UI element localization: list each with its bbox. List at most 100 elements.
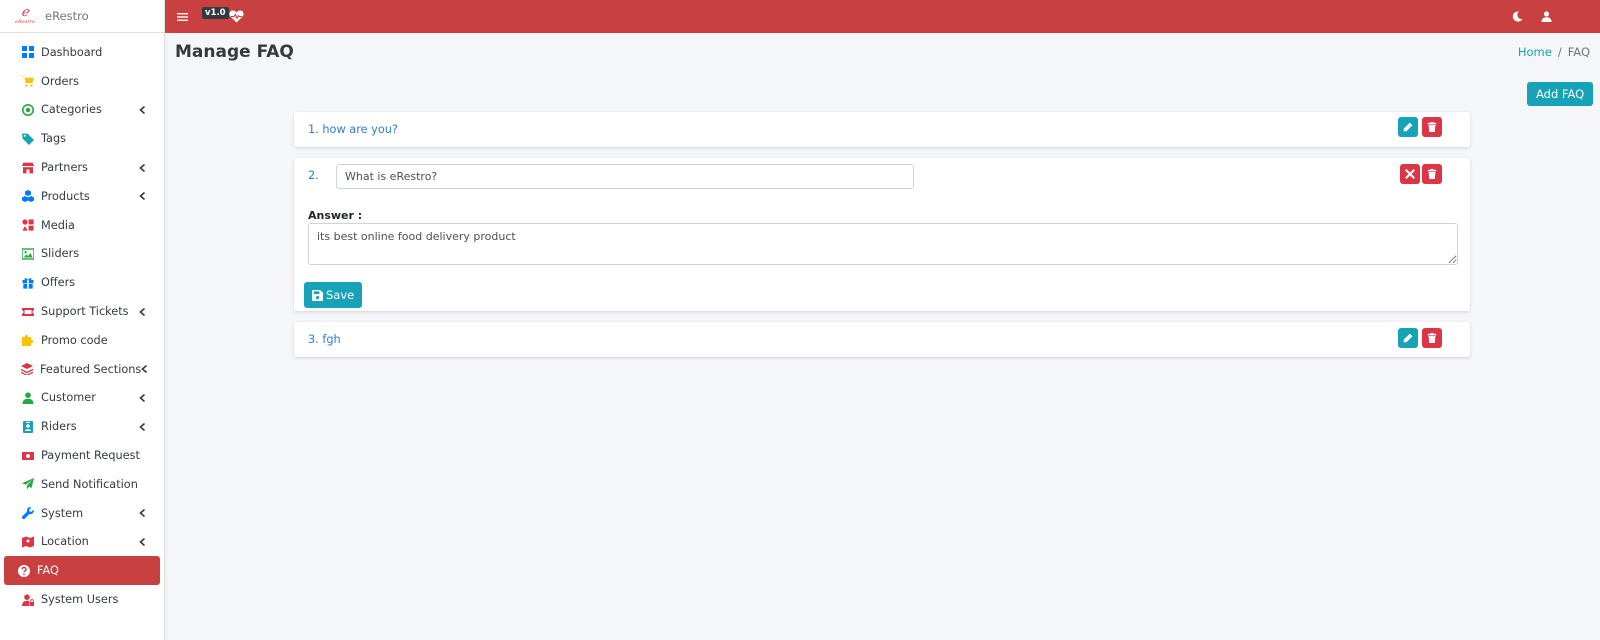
sidebar-item-media[interactable]: Media bbox=[4, 211, 160, 240]
sidebar-item-label: Partners bbox=[41, 161, 88, 175]
layers-icon bbox=[21, 363, 33, 376]
sidebar-item-label: Dashboard bbox=[41, 45, 103, 59]
sidebar-item-faq[interactable]: FAQ bbox=[4, 556, 160, 586]
logo-mark-icon: ℯ bbox=[21, 5, 29, 20]
store-icon bbox=[21, 161, 34, 174]
main-content: Manage FAQ Home / FAQ Add FAQ 1. how are… bbox=[165, 33, 1600, 640]
target-icon bbox=[21, 103, 34, 116]
close-icon bbox=[1405, 169, 1415, 179]
question-circle-icon bbox=[17, 564, 30, 577]
add-faq-button[interactable]: Add FAQ bbox=[1527, 82, 1594, 106]
sidebar-item-send-notification[interactable]: Send Notification bbox=[4, 470, 160, 499]
faq-question-input[interactable] bbox=[336, 164, 914, 189]
sidebar-item-label: System Users bbox=[41, 593, 119, 607]
sidebar-item-featured-sections[interactable]: Featured Sections bbox=[4, 355, 160, 384]
sidebar-item-label: Promo code bbox=[41, 333, 108, 347]
dashboard-icon bbox=[21, 46, 34, 59]
cubes-icon bbox=[21, 190, 34, 203]
faq-question-link[interactable]: 3. fgh bbox=[308, 333, 341, 346]
save-faq-button[interactable]: Save bbox=[304, 282, 363, 308]
breadcrumb: Home / FAQ bbox=[1518, 45, 1590, 59]
chevron-left-icon bbox=[138, 393, 146, 403]
sidebar-item-label: Products bbox=[41, 189, 90, 203]
cart-icon bbox=[21, 75, 34, 88]
delete-faq-button[interactable] bbox=[1422, 164, 1442, 184]
logo-text: eRestro bbox=[15, 19, 35, 25]
top-navbar: v1.0 bbox=[165, 0, 1600, 33]
sidebar-item-label: Customer bbox=[41, 391, 96, 405]
faq-card-2-edit: 2. Answer : its best online food deliver… bbox=[294, 158, 1470, 311]
pencil-icon bbox=[1403, 333, 1413, 343]
faq-number: 2. bbox=[308, 169, 319, 182]
sidebar-item-label: Sliders bbox=[41, 247, 80, 261]
puzzle-icon bbox=[21, 334, 34, 347]
sidebar-item-orders[interactable]: Orders bbox=[4, 67, 160, 96]
money-icon bbox=[21, 449, 34, 462]
sidebar-item-support-tickets[interactable]: Support Tickets bbox=[4, 297, 160, 326]
gift-icon bbox=[21, 276, 34, 289]
edit-faq-button[interactable] bbox=[1398, 117, 1418, 137]
answer-textarea[interactable]: its best online food delivery product bbox=[308, 223, 1458, 265]
sidebar-item-payment-request[interactable]: Payment Request bbox=[4, 441, 160, 470]
delete-faq-button[interactable] bbox=[1422, 117, 1442, 137]
floppy-disk-icon bbox=[312, 289, 323, 301]
user-profile-icon[interactable] bbox=[1539, 0, 1553, 33]
brand[interactable]: ℯ eRestro eRestro bbox=[0, 0, 164, 33]
user-icon bbox=[21, 391, 34, 404]
chevron-left-icon bbox=[138, 191, 146, 201]
sidebar-item-offers[interactable]: Offers bbox=[4, 268, 160, 297]
media-icon bbox=[21, 219, 34, 232]
sidebar-item-partners[interactable]: Partners bbox=[4, 153, 160, 182]
delete-faq-button[interactable] bbox=[1422, 328, 1442, 348]
sidebar-item-label: Payment Request bbox=[41, 449, 140, 463]
sidebar-item-label: Media bbox=[41, 218, 75, 232]
sidebar-item-label: Riders bbox=[41, 420, 77, 434]
sidebar-item-label: Orders bbox=[41, 74, 79, 88]
save-label: Save bbox=[326, 288, 355, 302]
page-title: Manage FAQ bbox=[175, 42, 294, 62]
breadcrumb-current: FAQ bbox=[1567, 45, 1590, 59]
sidebar-item-label: System bbox=[41, 506, 84, 520]
breadcrumb-home-link[interactable]: Home bbox=[1518, 45, 1552, 59]
faq-question-link[interactable]: 1. how are you? bbox=[308, 123, 398, 136]
sidebar-item-label: Location bbox=[41, 535, 89, 549]
sidebar-item-system[interactable]: System bbox=[4, 499, 160, 528]
sidebar-item-riders[interactable]: Riders bbox=[4, 412, 160, 441]
image-icon bbox=[21, 247, 34, 260]
version-badge: v1.0 bbox=[202, 7, 229, 19]
sidebar-item-label: FAQ bbox=[37, 564, 59, 578]
sidebar-item-customer[interactable]: Customer bbox=[4, 384, 160, 413]
sidebar-item-tags[interactable]: Tags bbox=[4, 124, 160, 153]
sidebar-item-products[interactable]: Products bbox=[4, 182, 160, 211]
cancel-edit-button[interactable] bbox=[1400, 164, 1420, 184]
faq-card-3: 3. fgh bbox=[294, 322, 1470, 357]
trash-icon bbox=[1427, 169, 1437, 179]
sidebar-item-sliders[interactable]: Sliders bbox=[4, 240, 160, 269]
breadcrumb-separator: / bbox=[1557, 45, 1562, 59]
sidebar: ℯ eRestro eRestro Dashboard Orders Categor… bbox=[0, 0, 165, 640]
hamburger-menu-icon[interactable] bbox=[175, 0, 189, 33]
sidebar-item-dashboard[interactable]: Dashboard bbox=[4, 38, 160, 67]
faq-card-1: 1. how are you? bbox=[294, 112, 1470, 147]
heartbeat-icon[interactable] bbox=[228, 0, 244, 33]
edit-faq-button[interactable] bbox=[1398, 328, 1418, 348]
dark-mode-moon-icon[interactable] bbox=[1510, 0, 1524, 33]
sidebar-item-location[interactable]: Location bbox=[4, 528, 160, 557]
ticket-icon bbox=[21, 305, 34, 318]
user-lock-icon bbox=[21, 593, 34, 606]
wrench-icon bbox=[21, 507, 34, 520]
paper-plane-icon bbox=[21, 478, 34, 491]
map-icon bbox=[21, 535, 34, 548]
sidebar-item-label: Tags bbox=[41, 132, 67, 146]
sidebar-nav: Dashboard Orders Categories Tags Partners Pro… bbox=[0, 33, 164, 614]
chevron-left-icon bbox=[138, 422, 146, 432]
trash-icon bbox=[1427, 122, 1437, 132]
brand-logo: ℯ eRestro bbox=[10, 4, 40, 28]
sidebar-item-system-users[interactable]: System Users bbox=[4, 585, 160, 614]
sidebar-item-promo-code[interactable]: Promo code bbox=[4, 326, 160, 355]
chevron-left-icon bbox=[138, 508, 146, 518]
sidebar-item-label: Support Tickets bbox=[41, 305, 129, 319]
sidebar-item-categories[interactable]: Categories bbox=[4, 96, 160, 125]
chevron-left-icon bbox=[141, 364, 148, 374]
trash-icon bbox=[1427, 333, 1437, 343]
